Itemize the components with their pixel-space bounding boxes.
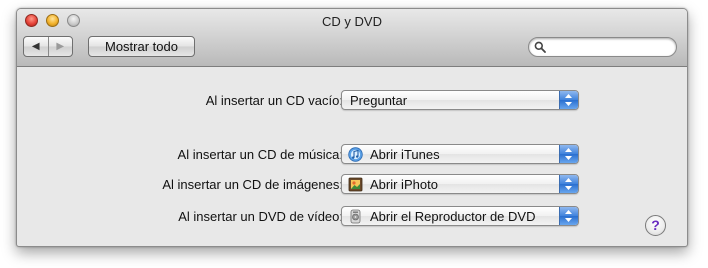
blank-cd-popup[interactable]: Preguntar [341,90,579,110]
show-all-button[interactable]: Mostrar todo [88,36,195,57]
preferences-window: CD y DVD ◀ ▶ Mostrar todo Al insertar un… [16,8,688,247]
picture-cd-value: Abrir iPhoto [370,177,438,192]
search-input[interactable] [549,39,669,55]
popup-arrows-icon [559,145,578,163]
popup-arrows-icon [559,91,578,109]
music-cd-value: Abrir iTunes [370,147,440,162]
video-dvd-popup[interactable]: Abrir el Reproductor de DVD [341,206,579,226]
search-icon [534,41,546,53]
iphoto-icon [348,177,363,192]
back-arrow-icon: ◀ [31,41,40,52]
window-title: CD y DVD [322,14,382,29]
title-bar: CD y DVD ◀ ▶ Mostrar todo [17,9,687,67]
popup-arrows-icon [559,207,578,225]
dvd-player-icon [350,209,361,224]
picture-cd-label: Al insertar un CD de imágenes: [162,177,343,192]
video-dvd-label: Al insertar un DVD de vídeo: [178,209,343,224]
popup-arrows-icon [559,175,578,193]
forward-arrow-icon: ▶ [56,41,65,52]
search-field[interactable] [528,37,677,57]
forward-button[interactable]: ▶ [49,37,73,56]
itunes-icon [348,147,363,162]
music-cd-popup[interactable]: Abrir iTunes [341,144,579,164]
navigation-buttons: ◀ ▶ [23,36,73,57]
help-button[interactable]: ? [645,215,666,236]
music-cd-label: Al insertar un CD de música: [177,147,343,162]
picture-cd-popup[interactable]: Abrir iPhoto [341,174,579,194]
blank-cd-label: Al insertar un CD vacío: [205,93,343,108]
help-icon: ? [651,217,660,233]
back-button[interactable]: ◀ [24,37,49,56]
video-dvd-value: Abrir el Reproductor de DVD [370,209,536,224]
blank-cd-value: Preguntar [350,93,408,108]
